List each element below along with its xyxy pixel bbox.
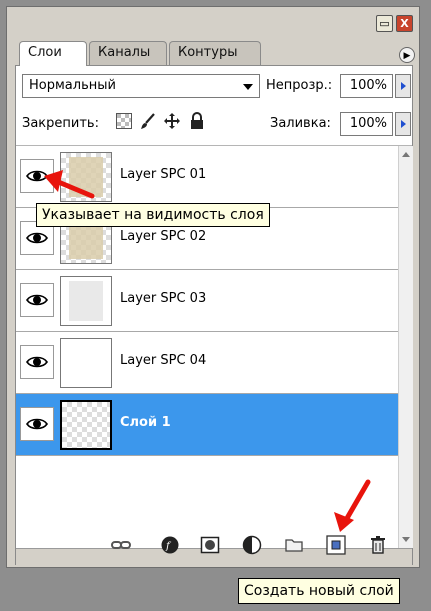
mask-icon[interactable] <box>200 535 220 555</box>
fill-slider-button[interactable] <box>395 112 411 136</box>
tab-paths[interactable]: Контуры <box>169 41 261 65</box>
eye-icon <box>26 356 48 368</box>
blend-mode-value: Нормальный <box>29 78 116 93</box>
folder-icon[interactable] <box>284 535 304 555</box>
layer-name: Слой 1 <box>120 415 171 430</box>
panel-menu-icon[interactable]: ▶ <box>399 47 415 63</box>
fill-label: Заливка: <box>270 116 331 131</box>
eye-icon <box>26 418 48 430</box>
close-button[interactable]: X <box>396 15 413 32</box>
eye-icon <box>26 170 48 182</box>
trash-icon[interactable] <box>368 535 388 555</box>
lock-brush-icon[interactable] <box>139 112 157 130</box>
visibility-toggle[interactable] <box>20 283 54 317</box>
visibility-toggle[interactable] <box>20 159 54 193</box>
fx-icon[interactable]: f <box>160 535 180 555</box>
layer-name: Layer SPC 01 <box>120 167 207 182</box>
layer-row[interactable]: Layer SPC 03 <box>16 270 398 332</box>
lock-all-icon[interactable] <box>188 112 206 130</box>
layer-row[interactable]: Слой 1 <box>16 394 398 456</box>
lock-transparent-icon[interactable] <box>115 112 133 130</box>
blend-mode-select[interactable]: Нормальный <box>22 74 260 98</box>
layer-thumbnail <box>60 400 112 450</box>
tab-layers[interactable]: Слои <box>19 41 87 66</box>
layer-row[interactable]: Layer SPC 01 <box>16 146 398 208</box>
layer-name: Layer SPC 02 <box>120 229 207 244</box>
scroll-up-icon[interactable] <box>402 152 410 157</box>
new-layer-icon[interactable] <box>326 535 346 555</box>
tab-channels[interactable]: Каналы <box>89 41 167 65</box>
adjustment-icon[interactable] <box>242 535 262 555</box>
layers-content: Нормальный Непрозр.: 100% Закрепить: Зал… <box>15 65 413 565</box>
minimize-button[interactable]: ▭ <box>376 15 393 32</box>
layer-thumbnail <box>60 276 112 326</box>
lock-move-icon[interactable] <box>163 112 181 130</box>
layers-scrollbar[interactable] <box>398 146 413 548</box>
layer-name: Layer SPC 03 <box>120 291 207 306</box>
eye-icon <box>26 294 48 306</box>
layers-panel: ▭ X Слои Каналы Контуры ▶ Нормальный Неп… <box>6 6 420 568</box>
link-icon[interactable] <box>111 535 131 555</box>
layer-row[interactable]: Layer SPC 04 <box>16 332 398 394</box>
scroll-down-icon[interactable] <box>402 537 410 542</box>
chevron-down-icon <box>243 84 253 90</box>
eye-icon <box>26 232 48 244</box>
opacity-input[interactable]: 100% <box>340 74 393 98</box>
layer-name: Layer SPC 04 <box>120 353 207 368</box>
opacity-label: Непрозр.: <box>266 78 333 93</box>
visibility-toggle[interactable] <box>20 345 54 379</box>
opacity-slider-button[interactable] <box>395 74 411 98</box>
panel-titlebar: ▭ X <box>7 7 419 39</box>
lock-label: Закрепить: <box>22 116 99 131</box>
visibility-tooltip: Указывает на видимость слоя <box>36 203 270 227</box>
fill-input[interactable]: 100% <box>340 112 393 136</box>
visibility-toggle[interactable] <box>20 407 54 441</box>
layer-thumbnail <box>60 338 112 388</box>
layer-thumbnail <box>60 152 112 202</box>
new-layer-tooltip: Создать новый слой <box>238 578 400 604</box>
